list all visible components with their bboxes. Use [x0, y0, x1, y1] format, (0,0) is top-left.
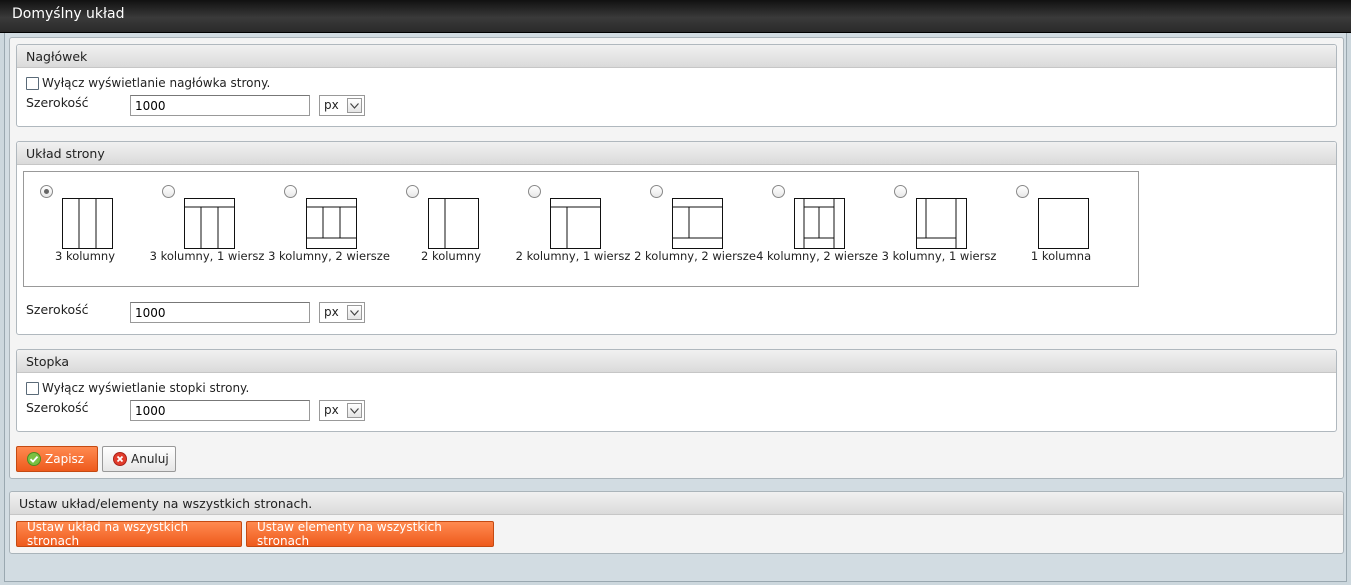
footer-fieldset: Stopka Wyłącz wyświetlanie stopki strony… [16, 349, 1337, 432]
layout-unit-value: px [324, 305, 339, 319]
header-width-label: Szerokość [26, 95, 89, 110]
layout-section-title: Układ strony [17, 142, 1336, 165]
apply-layout-all-pages-button[interactable]: Ustaw układ na wszystkich stronach [16, 520, 242, 548]
check-icon [27, 452, 41, 466]
footer-width-input[interactable] [130, 400, 310, 421]
layout-2-columns-2-rows-icon [672, 198, 723, 249]
chevron-down-icon[interactable] [347, 305, 362, 320]
layout-option-2-columns-2-rows[interactable]: 2 kolumny, 2 wiersze [634, 172, 756, 288]
layout-caption: 2 kolumny [420, 249, 482, 263]
layout-radio-8[interactable] [894, 185, 907, 198]
layout-caption: 1 kolumna [1030, 249, 1092, 263]
footer-width-label: Szerokość [26, 400, 89, 415]
layout-width-label: Szerokość [26, 302, 89, 317]
layout-option-2-columns[interactable]: 2 kolumny [390, 172, 512, 288]
layout-caption: 3 kolumny, 2 wiersze [268, 249, 390, 263]
layout-caption: 2 kolumny, 2 wiersze [634, 249, 756, 263]
layout-3-columns-1-row-icon [184, 198, 235, 249]
layout-radio-3[interactable] [284, 185, 297, 198]
save-button[interactable]: Zapisz [16, 446, 98, 472]
layout-2-columns-1-row-icon [550, 198, 601, 249]
chevron-down-icon[interactable] [347, 403, 362, 418]
layout-2-columns-icon [428, 198, 479, 249]
header-unit-select[interactable]: px [319, 95, 365, 116]
layout-4-columns-2-rows-icon [794, 198, 845, 249]
layout-caption: 3 kolumny, 1 wiersz [149, 249, 265, 263]
header-section-title: Nagłówek [17, 45, 1336, 68]
layout-fieldset: Układ strony 3 kolumny 3 kolumny, 1 wier… [16, 141, 1337, 335]
layout-caption: 4 kolumny, 2 wiersze [756, 249, 878, 263]
layout-3-columns-2-rows-icon [306, 198, 357, 249]
save-button-label: Zapisz [45, 452, 85, 466]
header-disable-checkbox[interactable] [26, 76, 39, 90]
apply-elements-all-pages-button[interactable]: Ustaw elementy na wszystkich stronach [246, 520, 494, 548]
footer-section-title: Stopka [17, 350, 1336, 373]
layout-option-3-columns-1-row-b[interactable]: 3 kolumny, 1 wiersz [878, 172, 1000, 288]
layout-radio-7[interactable] [772, 185, 785, 198]
layout-option-2-columns-1-row[interactable]: 2 kolumny, 1 wiersz [512, 172, 634, 288]
chevron-down-icon[interactable] [347, 98, 362, 113]
layout-radio-4[interactable] [406, 185, 419, 198]
header-fieldset: Nagłówek Wyłącz wyświetlanie nagłówka st… [16, 44, 1337, 127]
layout-option-3-columns[interactable]: 3 kolumny [24, 172, 146, 288]
header-width-input[interactable] [130, 95, 310, 116]
layout-option-3-columns-2-rows[interactable]: 3 kolumny, 2 wiersze [268, 172, 390, 288]
layout-radio-2[interactable] [162, 185, 175, 198]
layout-radio-9[interactable] [1016, 185, 1029, 198]
header-unit-value: px [324, 98, 339, 112]
layout-3-columns-icon [62, 198, 113, 249]
layout-radio-6[interactable] [650, 185, 663, 198]
layout-1-column-icon [1038, 198, 1089, 249]
layout-unit-select[interactable]: px [319, 302, 365, 323]
main-window: Nagłówek Wyłącz wyświetlanie nagłówka st… [4, 33, 1347, 582]
layout-options: 3 kolumny 3 kolumny, 1 wiersz 3 kolumny,… [23, 171, 1139, 287]
footer-unit-select[interactable]: px [319, 400, 365, 421]
layout-3-columns-1-row-alt-icon [916, 198, 967, 249]
layout-radio-1[interactable] [40, 185, 53, 198]
layout-caption: 2 kolumny, 1 wiersz [515, 249, 631, 263]
footer-disable-checkbox[interactable] [26, 381, 39, 395]
layout-caption: 3 kolumny, 1 wiersz [881, 249, 997, 263]
apply-layout-label: Ustaw układ na wszystkich stronach [27, 520, 189, 548]
window-title: Domyślny układ [12, 6, 125, 22]
global-section-title: Ustaw układ/elementy na wszystkich stron… [10, 492, 1343, 515]
cancel-button[interactable]: Anuluj [102, 446, 176, 472]
window-title-bar: Domyślny układ [0, 0, 1351, 33]
layout-option-1-column[interactable]: 1 kolumna [1000, 172, 1122, 288]
footer-disable-row[interactable]: Wyłącz wyświetlanie stopki strony. [26, 381, 249, 395]
header-disable-label: Wyłącz wyświetlanie nagłówka strony. [42, 76, 271, 90]
layout-caption: 3 kolumny [54, 249, 116, 263]
header-disable-row[interactable]: Wyłącz wyświetlanie nagłówka strony. [26, 76, 270, 90]
apply-elements-label: Ustaw elementy na wszystkich stronach [257, 520, 442, 548]
layout-width-input[interactable] [130, 302, 310, 323]
footer-unit-value: px [324, 403, 339, 417]
layout-option-4-columns-2-rows[interactable]: 4 kolumny, 2 wiersze [756, 172, 878, 288]
settings-panel: Nagłówek Wyłącz wyświetlanie nagłówka st… [9, 37, 1344, 479]
footer-disable-label: Wyłącz wyświetlanie stopki strony. [42, 381, 250, 395]
global-apply-panel: Ustaw układ/elementy na wszystkich stron… [9, 491, 1344, 554]
layout-option-3-columns-1-row[interactable]: 3 kolumny, 1 wiersz [146, 172, 268, 288]
layout-radio-5[interactable] [528, 185, 541, 198]
cancel-button-label: Anuluj [131, 452, 169, 466]
cancel-icon [113, 452, 127, 466]
